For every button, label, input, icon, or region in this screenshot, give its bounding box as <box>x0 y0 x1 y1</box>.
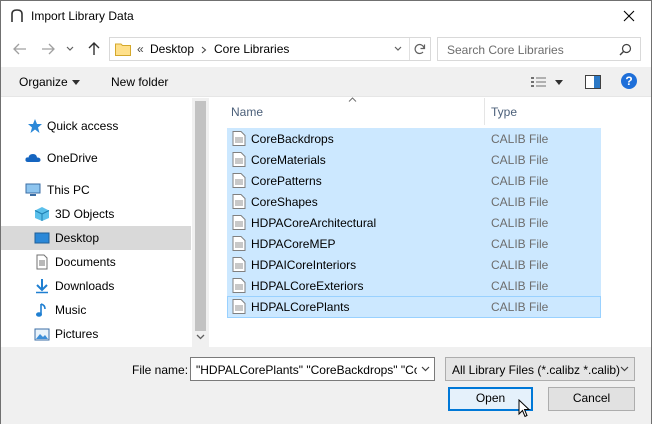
file-name-field[interactable]: "HDPALCorePlants" "CoreBackdrops" "Co <box>190 357 435 381</box>
close-button[interactable] <box>606 1 651 31</box>
breadcrumb-desktop[interactable]: Desktop <box>150 42 194 56</box>
chevron-down-icon <box>66 46 74 51</box>
back-button[interactable] <box>11 40 29 58</box>
sidebar-item-downloads[interactable]: Downloads <box>1 274 191 298</box>
file-icon <box>232 152 246 167</box>
forward-button[interactable] <box>39 40 57 58</box>
preview-pane-icon[interactable] <box>585 75 601 89</box>
file-row[interactable]: HDPACoreMEP CALIB File <box>227 233 601 254</box>
file-row[interactable]: HDPACoreArchitectural CALIB File <box>227 212 601 233</box>
file-type-filter[interactable]: All Library Files (*.calibz *.calib) <box>445 357 635 381</box>
app-icon <box>11 9 23 22</box>
refresh-button[interactable] <box>409 38 430 60</box>
chevron-right-icon <box>201 46 207 54</box>
file-icon <box>232 173 246 188</box>
search-input[interactable]: Search Core Libraries <box>447 43 564 57</box>
mouse-cursor-icon <box>518 399 531 418</box>
column-separator[interactable] <box>484 98 485 125</box>
view-options-icon[interactable] <box>530 76 548 88</box>
search-box[interactable]: Search Core Libraries <box>437 37 641 61</box>
address-bar[interactable]: « Desktop Core Libraries <box>109 37 431 61</box>
pictures-icon <box>34 328 50 341</box>
sidebar-item-this-pc[interactable]: This PC <box>1 178 191 202</box>
navigation-pane: Quick access OneDrive This PC 3D Objects <box>1 98 209 347</box>
star-icon <box>28 119 42 133</box>
close-icon <box>623 10 634 22</box>
file-row[interactable]: CorePatterns CALIB File <box>227 170 601 191</box>
document-icon <box>36 254 48 270</box>
arrow-up-icon <box>88 42 100 55</box>
file-icon <box>232 131 246 146</box>
sidebar-item-pictures[interactable]: Pictures <box>1 322 191 346</box>
download-icon <box>36 279 48 294</box>
chevron-down-icon <box>394 46 402 51</box>
up-button[interactable] <box>85 40 103 58</box>
new-folder-button[interactable]: New folder <box>111 75 168 89</box>
file-row[interactable]: CoreMaterials CALIB File <box>227 149 601 170</box>
cube-icon <box>34 207 50 221</box>
desktop-icon <box>34 232 50 244</box>
import-dialog: Import Library Data « Desktop Core Libra… <box>0 0 652 424</box>
search-icon <box>619 43 632 56</box>
scrollbar-thumb[interactable] <box>195 101 206 331</box>
file-icon <box>232 257 246 272</box>
cloud-icon <box>25 154 41 162</box>
file-name-dropdown-button[interactable] <box>417 358 434 380</box>
organize-button[interactable]: Organize <box>19 75 68 89</box>
file-name-value: "HDPALCorePlants" "CoreBackdrops" "Co <box>196 363 421 377</box>
command-bar: Organize New folder ? <box>1 67 651 97</box>
breadcrumb-core-libraries[interactable]: Core Libraries <box>214 42 289 56</box>
filter-dropdown-button[interactable] <box>618 362 630 376</box>
sidebar-item-desktop[interactable]: Desktop <box>1 226 191 250</box>
file-name-label: File name: <box>132 363 189 377</box>
recent-locations-button[interactable] <box>64 40 76 58</box>
file-icon <box>232 194 246 209</box>
sidebar-item-documents[interactable]: Documents <box>1 250 191 274</box>
cancel-button[interactable]: Cancel <box>548 387 635 411</box>
sidebar-item-quick-access[interactable]: Quick access <box>1 114 191 138</box>
file-icon <box>232 215 246 230</box>
view-dropdown-icon[interactable] <box>555 80 563 85</box>
help-icon[interactable]: ? <box>621 73 637 89</box>
window-title: Import Library Data <box>31 9 134 23</box>
arrow-right-icon <box>42 43 55 55</box>
dropdown-arrow-icon <box>72 80 80 85</box>
file-icon <box>232 236 246 251</box>
chevron-down-icon <box>620 366 628 372</box>
sidebar-item-music[interactable]: Music <box>1 298 191 322</box>
sidebar-item-onedrive[interactable]: OneDrive <box>1 146 191 170</box>
navigation-scrollbar[interactable] <box>192 98 209 347</box>
file-row[interactable]: HDPAICoreInteriors CALIB File <box>227 254 601 275</box>
file-row[interactable]: CoreBackdrops CALIB File <box>227 128 601 149</box>
file-type-value: All Library Files (*.calibz *.calib) <box>452 363 621 377</box>
scroll-down-icon[interactable] <box>196 334 205 340</box>
folder-icon <box>115 43 131 56</box>
file-icon <box>232 299 246 314</box>
arrow-left-icon <box>13 43 26 55</box>
title-bar: Import Library Data <box>1 1 651 32</box>
file-row[interactable]: CoreShapes CALIB File <box>227 191 601 212</box>
refresh-icon <box>414 44 426 55</box>
chevron-down-icon <box>421 366 430 372</box>
sort-up-icon <box>348 97 357 102</box>
file-row[interactable]: HDPALCoreExteriors CALIB File <box>227 275 601 296</box>
breadcrumb-overflow[interactable]: « <box>137 42 144 56</box>
music-icon <box>36 303 46 317</box>
file-icon <box>232 278 246 293</box>
file-row[interactable]: HDPALCorePlants CALIB File <box>227 296 601 318</box>
sidebar-item-3d-objects[interactable]: 3D Objects <box>1 202 191 226</box>
computer-icon <box>25 183 41 196</box>
address-dropdown-button[interactable] <box>388 38 408 60</box>
